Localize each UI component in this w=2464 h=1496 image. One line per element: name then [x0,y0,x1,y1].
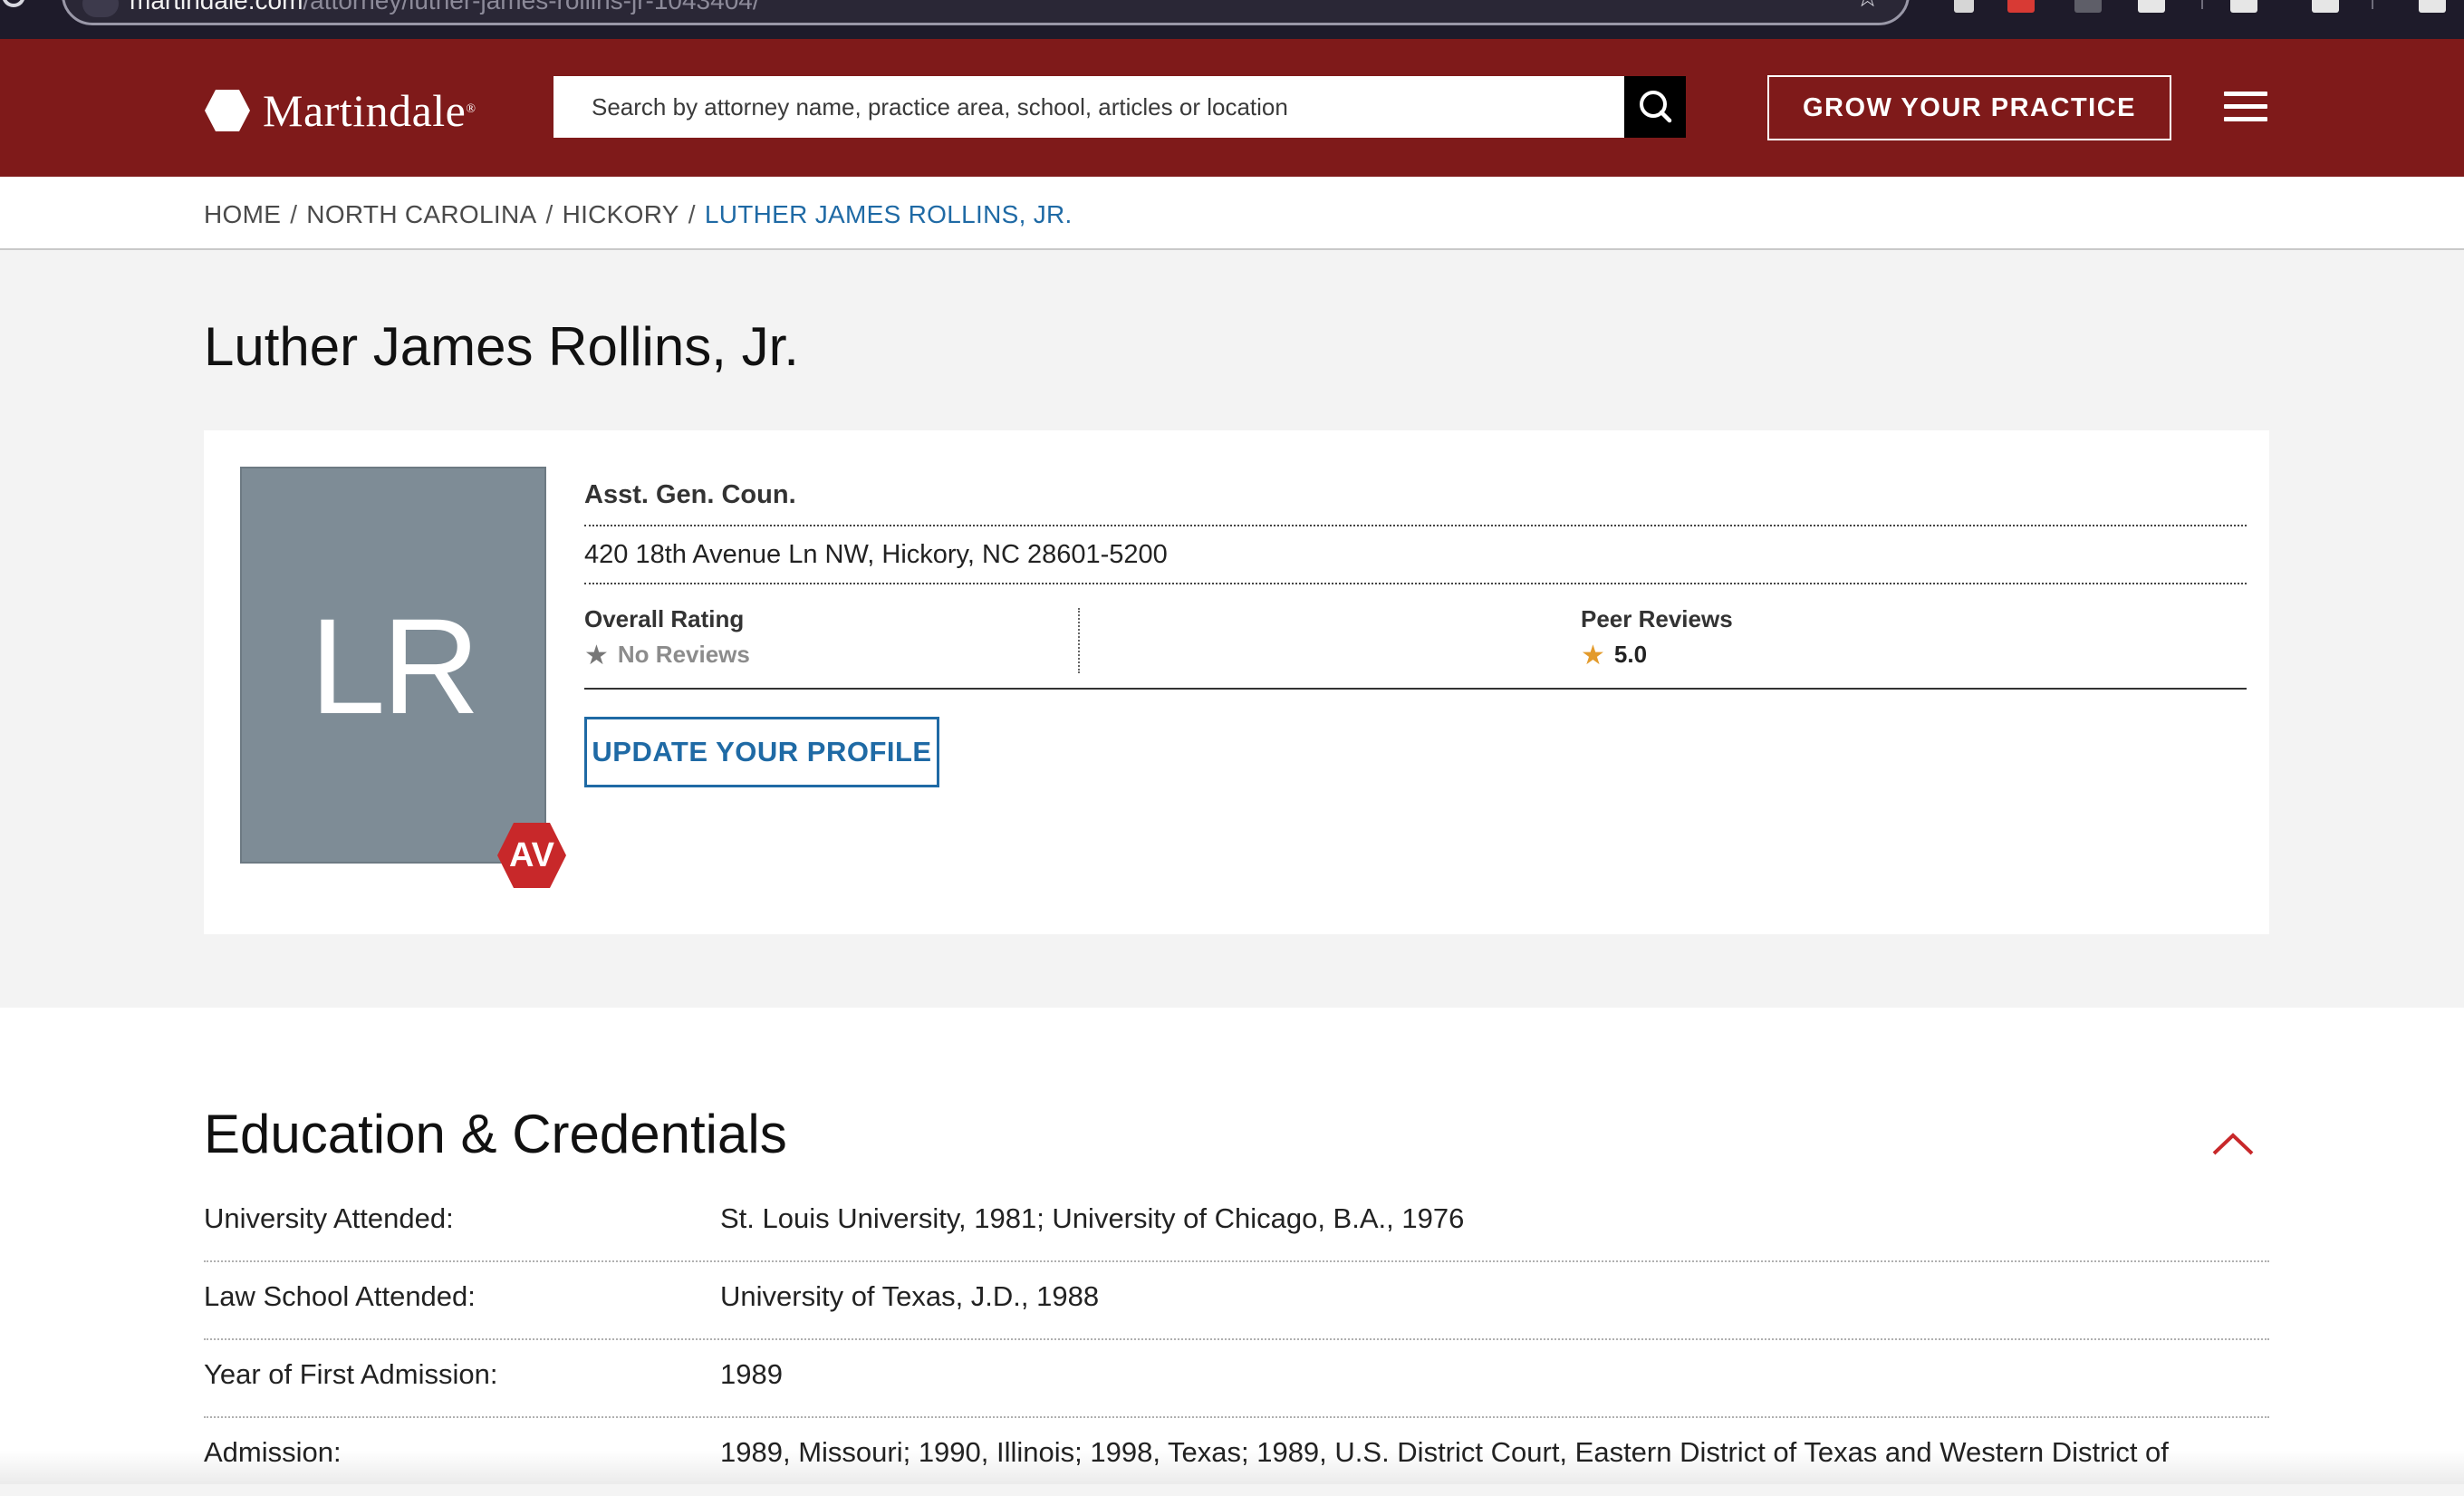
credential-value: University of Texas, J.D., 1988 [720,1280,1100,1312]
peer-reviews-label: Peer Reviews [1581,605,1733,632]
search-button[interactable] [1624,76,1686,138]
peer-reviews: Peer Reviews ★ 5.0 [1581,605,1733,671]
scroll-shadow [0,1450,2464,1484]
logo-text: Martindale® [263,84,476,137]
overall-rating-label: Overall Rating [584,605,745,632]
star-icon: ★ [1581,641,1605,671]
breadcrumb-hickory[interactable]: HICKORY [563,200,679,228]
rating-divider [1078,608,1080,673]
site-header: Martindale® GROW YOUR PRACTICE [0,39,2464,177]
av-badge-text: AV [509,836,554,874]
breadcrumb-current: LUTHER JAMES ROLLINS, JR. [704,200,1073,228]
registered-mark: ® [466,102,476,116]
section-title: Education & Credentials [204,1104,787,1164]
profile-card: LR AV Asst. Gen. Coun. 420 18th Avenue L… [204,430,2269,934]
reload-icon[interactable] [2,0,25,7]
site-settings-icon[interactable] [82,0,119,17]
avatar: LR [240,467,546,864]
url-host: martindale.com [130,0,303,14]
extension-icon[interactable] [2312,0,2339,13]
bookmark-star-icon[interactable]: ☆ [1855,0,1880,12]
url-text[interactable]: martindale.com/attorney/luther-james-rol… [130,0,760,15]
update-your-profile-button[interactable]: UPDATE YOUR PROFILE [584,717,939,787]
breadcrumb-home[interactable]: HOME [204,200,281,228]
divider [584,583,2247,584]
logo-wordmark: Martindale [263,85,467,136]
credential-label: Year of First Admission: [204,1358,498,1390]
extension-icon[interactable] [2007,0,2035,13]
breadcrumb: HOME / NORTH CAROLINA / HICKORY / LUTHER JAMES… [204,200,1073,229]
extension-icon[interactable] [2074,0,2102,13]
toolbar-divider [2372,0,2373,9]
av-rating-badge[interactable]: AV [496,819,568,892]
url-path: /attorney/luther-james-rollins-jr-104340… [303,0,760,14]
hamburger-menu-icon[interactable] [2224,92,2271,124]
credential-row: University Attended: St. Louis Universit… [204,1184,2269,1262]
breadcrumb-separator: / [545,200,553,228]
menu-bar [2224,92,2267,96]
peer-rating-score: 5.0 [1613,641,1648,668]
education-section: Education & Credentials University Atten… [0,1008,2464,1484]
credential-label: University Attended: [204,1202,454,1234]
no-reviews-text: No Reviews [617,641,750,668]
divider [584,525,2247,526]
downloads-icon[interactable] [2419,0,2446,13]
office-address: 420 18th Avenue Ln NW, Hickory, NC 28601… [584,540,1168,569]
breadcrumb-bar: HOME / NORTH CAROLINA / HICKORY / LUTHER JAMES… [0,177,2464,250]
browser-toolbar: martindale.com/attorney/luther-james-rol… [0,0,2464,39]
credential-value: St. Louis University, 1981; University o… [720,1202,1465,1234]
grow-your-practice-button[interactable]: GROW YOUR PRACTICE [1767,75,2171,140]
menu-bar [2224,117,2267,121]
star-icon: ★ [584,641,609,671]
breadcrumb-north-carolina[interactable]: NORTH CAROLINA [306,200,536,228]
profile-hero: Luther James Rollins, Jr. LR AV Asst. Ge… [0,250,2464,1008]
avatar-initials: LR [310,590,480,742]
breadcrumb-separator: / [290,200,298,228]
credential-row: Year of First Admission: 1989 [204,1340,2269,1418]
extension-icon[interactable] [2138,0,2165,13]
extension-icon[interactable] [1954,0,1974,13]
divider [584,688,2247,690]
profile-icon[interactable] [2230,0,2257,13]
credential-row: Law School Attended: University of Texas… [204,1262,2269,1340]
page-title: Luther James Rollins, Jr. [204,316,799,377]
chevron-up-icon[interactable] [2210,1130,2256,1159]
chevron-up-icon-graphic [2212,1133,2254,1155]
search-icon [1640,91,1672,123]
toolbar-divider [2201,0,2203,9]
address-bar[interactable]: martindale.com/attorney/luther-james-rol… [62,0,1910,25]
peer-reviews-value: ★ 5.0 [1581,640,1647,671]
overall-rating-value: ★ No Reviews [584,640,750,671]
breadcrumb-separator: / [688,200,696,228]
job-title: Asst. Gen. Coun. [584,480,796,509]
search-input[interactable] [553,76,1624,138]
logo-hexagon-icon [205,90,250,131]
overall-rating: Overall Rating ★ No Reviews [584,605,750,671]
credential-label: Law School Attended: [204,1280,476,1312]
menu-bar [2224,104,2267,109]
credential-value: 1989 [720,1358,783,1390]
